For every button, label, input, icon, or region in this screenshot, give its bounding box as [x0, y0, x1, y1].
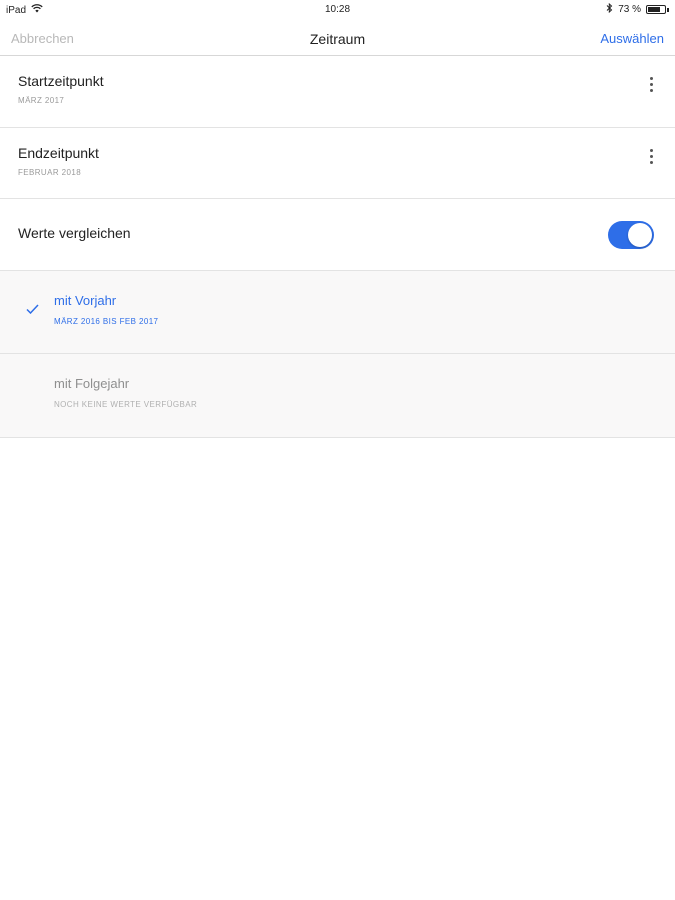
start-time-label: Startzeitpunkt: [18, 73, 104, 89]
option-following-year[interactable]: mit Folgejahr NOCH KEINE WERTE VERFÜGBAR: [0, 354, 675, 438]
compare-values-label: Werte vergleichen: [18, 225, 131, 241]
option-previous-year[interactable]: mit Vorjahr MÄRZ 2016 BIS FEB 2017: [0, 271, 675, 354]
start-time-row[interactable]: Startzeitpunkt MÄRZ 2017: [0, 56, 675, 128]
battery-percent: 73 %: [618, 4, 641, 15]
select-button[interactable]: Auswählen: [600, 31, 664, 46]
status-bar: iPad 10:28 73 %: [0, 0, 675, 20]
more-options-icon[interactable]: [649, 77, 653, 92]
compare-values-row: Werte vergleichen: [0, 199, 675, 271]
compare-toggle[interactable]: [608, 221, 654, 249]
end-time-row[interactable]: Endzeitpunkt FEBRUAR 2018: [0, 128, 675, 199]
more-options-icon[interactable]: [649, 149, 653, 164]
option-title: mit Vorjahr: [54, 293, 117, 308]
option-subtitle: MÄRZ 2016 BIS FEB 2017: [54, 317, 159, 326]
status-time: 10:28: [324, 4, 351, 15]
end-time-value: FEBRUAR 2018: [18, 168, 82, 177]
bluetooth-icon: [606, 2, 613, 16]
battery-icon: [646, 5, 666, 14]
start-time-value: MÄRZ 2017: [18, 96, 65, 105]
checkmark-icon: [26, 301, 39, 319]
end-time-label: Endzeitpunkt: [18, 145, 99, 161]
option-subtitle: NOCH KEINE WERTE VERFÜGBAR: [54, 400, 198, 409]
battery-cap: [667, 7, 669, 12]
battery-fill: [648, 7, 660, 12]
status-right: 73 %: [606, 2, 669, 16]
toggle-knob: [628, 223, 652, 247]
navigation-bar: Abbrechen Zeitraum Auswählen: [0, 20, 675, 56]
option-title: mit Folgejahr: [54, 376, 130, 391]
page-title: Zeitraum: [309, 31, 366, 47]
